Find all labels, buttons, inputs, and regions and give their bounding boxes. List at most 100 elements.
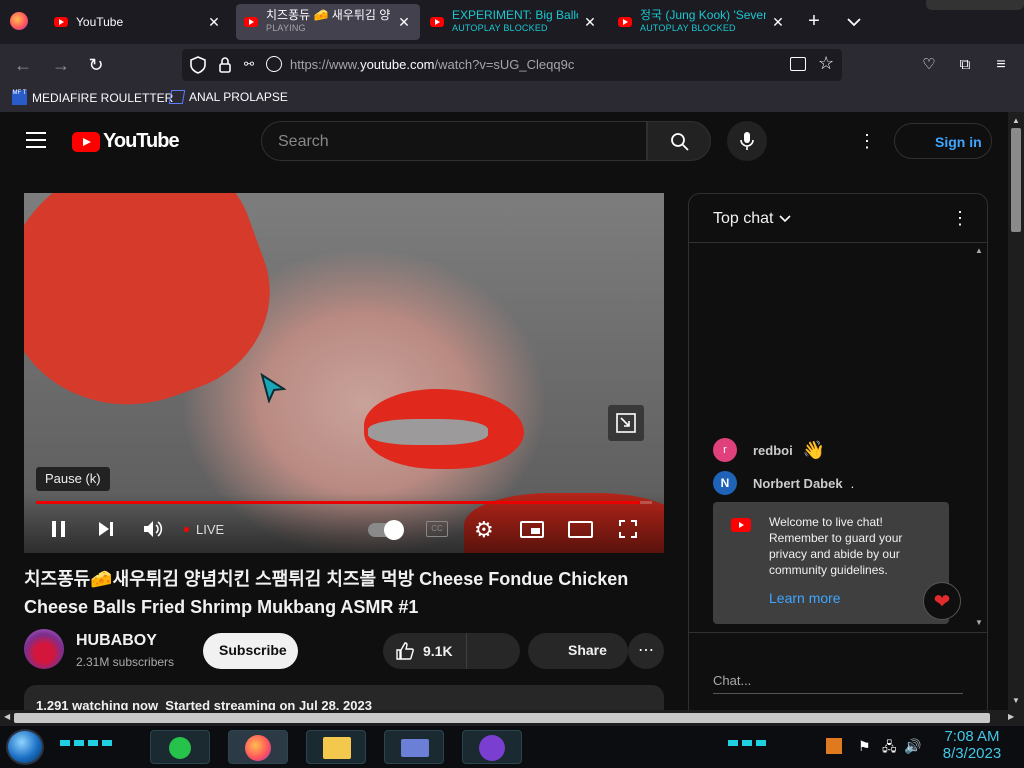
channel-name[interactable]: HUBABOY [76,632,157,650]
back-icon[interactable]: ← [12,54,34,76]
tab-youtube[interactable]: YouTube ✕ [46,4,230,40]
chat-avatar[interactable]: r [713,438,737,462]
description-box[interactable]: 1,291 watching now Started streaming on … [24,685,664,710]
list-tabs-icon[interactable] [844,12,864,32]
scroll-left-arrow-icon[interactable]: ◀ [4,712,10,721]
volume-tray-icon[interactable]: 🔊 [904,738,921,755]
bookmark-folder-icon [168,90,186,104]
chat-scroll-up-icon[interactable]: ▲ [975,246,983,255]
new-tab-icon[interactable]: + [804,10,824,34]
reload-icon[interactable]: ↻ [85,54,107,76]
scrollbar-thumb[interactable] [14,713,990,723]
picture-in-picture-icon[interactable] [790,57,806,71]
subscriber-count: 2.31M subscribers [76,655,175,669]
subscribe-button[interactable]: Subscribe [203,633,298,669]
chat-author[interactable]: redboi [753,443,793,458]
permissions-icon[interactable]: ⚯ [244,57,262,73]
theater-mode-button[interactable] [568,521,593,538]
horizontal-scrollbar[interactable]: ◀ ▶ [0,710,1024,726]
learn-more-link[interactable]: Learn more [769,590,841,606]
settings-more-icon[interactable]: ⋮ [858,130,876,152]
tooltip: Pause (k) [36,467,110,491]
forward-icon[interactable]: → [50,54,72,76]
vertical-scrollbar[interactable]: ▲ ▼ [1008,112,1024,710]
extensions-icon[interactable]: ⧉ [954,54,976,76]
miniplayer-expand-button[interactable] [608,405,644,441]
expand-icon [616,413,636,433]
firefox-taskbar-icon [245,735,271,761]
taskbar-app-5[interactable] [462,730,522,764]
description-meta: 1,291 watching now Started streaming on … [36,698,372,710]
like-button[interactable]: 9.1K [383,633,467,669]
live-badge[interactable]: LIVE [184,522,224,537]
chat-input[interactable]: Chat... [713,672,963,694]
pause-button[interactable] [50,519,68,539]
channel-avatar[interactable] [24,629,64,669]
close-tab-icon[interactable]: ✕ [770,14,786,31]
sign-in-button[interactable]: Sign in [894,123,992,159]
tab-jungkook[interactable]: 정국 (Jung Kook) 'Seven AUTOPLAY BLOCKED ✕ [610,4,794,40]
next-button[interactable] [96,519,116,544]
firefox-icon[interactable] [10,12,28,30]
close-tab-icon[interactable]: ✕ [396,14,412,31]
close-tab-icon[interactable]: ✕ [582,14,598,31]
menu-icon[interactable]: ≡ [990,54,1012,76]
share-button[interactable]: Share [528,633,628,669]
bookmark-second[interactable]: ANAL PROLAPSE [168,90,288,104]
start-orb-icon[interactable] [6,729,44,765]
fullscreen-icon [619,520,637,538]
youtube-wordmark: YouTube [103,130,180,152]
url-bar[interactable]: ⚯ https://www.youtube.com/watch?v=sUG_Cl… [182,49,842,81]
navigation-toolbar: ← → ↻ ⚯ https://www.youtube.com/watch?v=… [0,44,1024,86]
chat-mode-dropdown[interactable]: Top chat [713,210,792,228]
tray-icon[interactable] [826,738,842,754]
chat-notice: Welcome to live chat! Remember to guard … [713,502,949,624]
scrollbar-thumb[interactable] [1011,128,1021,232]
scroll-down-arrow-icon[interactable]: ▼ [1012,696,1020,705]
pause-icon [52,521,65,537]
mute-button[interactable] [142,519,164,544]
close-tab-icon[interactable]: ✕ [206,14,222,31]
lock-icon[interactable] [218,56,232,74]
pocket-icon[interactable]: ♡ [918,54,940,76]
taskbar-notes-app[interactable] [150,730,210,764]
url-text[interactable]: https://www.youtube.com/watch?v=sUG_Cleq… [290,57,574,72]
taskbar-firefox-app[interactable] [228,730,288,764]
chat-scroll-down-icon[interactable]: ▼ [975,618,983,627]
search-box[interactable]: Search [261,121,647,161]
chat-avatar[interactable]: N [713,471,737,495]
bookmark-mediafire[interactable]: MF T MEDIAFIRE ROULETTER [12,90,173,105]
fullscreen-button[interactable] [618,519,638,544]
bookmarks-toolbar: MF T MEDIAFIRE ROULETTER ANAL PROLAPSE [0,86,1024,112]
reaction-heart-button[interactable]: ❤ [923,582,961,620]
taskbar-explorer-app[interactable] [306,730,366,764]
search-button[interactable] [647,121,711,161]
chat-menu-icon[interactable]: ⋮ [951,208,969,229]
chat-author[interactable]: Norbert Dabek [753,476,843,491]
bookmark-star-icon[interactable]: ☆ [818,53,834,74]
tracking-shield-icon[interactable] [190,56,206,74]
video-player[interactable]: Pause (k) LIVE CC ⚙ [24,193,664,553]
autoplay-toggle[interactable] [368,520,404,540]
miniplayer-button[interactable] [520,521,544,538]
voice-search-button[interactable] [727,121,767,161]
tab-experiment[interactable]: EXPERIMENT: Big Balloo AUTOPLAY BLOCKED ✕ [422,4,606,40]
taskbar-app-4[interactable] [384,730,444,764]
settings-button[interactable]: ⚙ [474,517,494,543]
taskbar-clock[interactable]: 7:08 AM 8/3/2023 [936,728,1008,762]
taskbar-decoration [728,740,768,746]
flag-icon[interactable]: ⚑ [858,738,871,755]
chat-text: . [850,475,855,491]
scroll-right-arrow-icon[interactable]: ▶ [1008,712,1014,721]
scroll-up-arrow-icon[interactable]: ▲ [1012,116,1020,125]
network-icon[interactable]: 🖧 [882,738,897,760]
autoplay-blocked-icon[interactable] [266,56,282,72]
tab-playing[interactable]: 치즈퐁듀 🧀 새우튀김 양 PLAYING ✕ [236,4,420,40]
chat-notice-text: Welcome to live chat! Remember to guard … [769,515,903,577]
search-input[interactable]: Search [278,133,329,151]
youtube-logo[interactable]: YouTube [72,130,180,153]
chat-text: 👋 [802,439,826,460]
more-actions-button[interactable]: ⋯ [628,633,664,669]
guide-menu-icon[interactable] [26,132,46,148]
subtitles-button[interactable]: CC [426,521,448,537]
